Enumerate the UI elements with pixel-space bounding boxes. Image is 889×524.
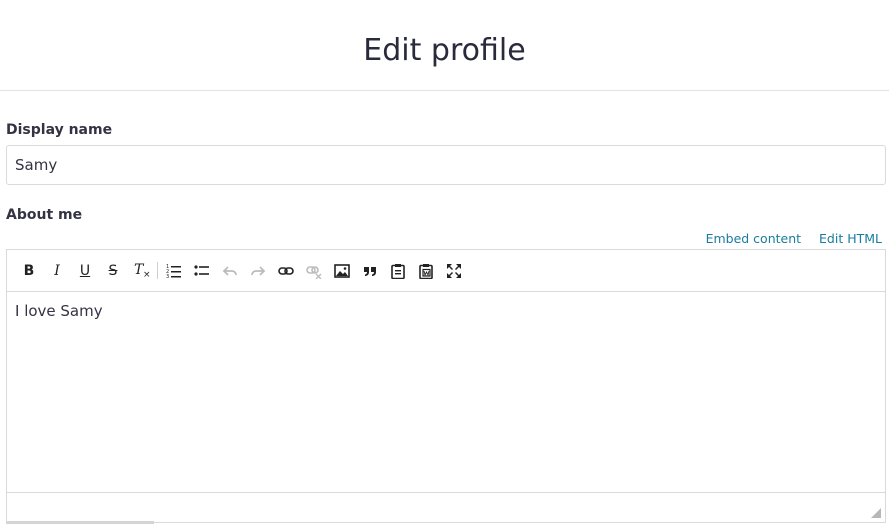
page-header: Edit profile xyxy=(0,0,889,91)
fullscreen-icon xyxy=(447,264,461,278)
unlink-icon xyxy=(306,266,322,279)
unlink-button[interactable] xyxy=(303,260,325,282)
image-icon xyxy=(334,264,350,278)
blockquote-button[interactable] xyxy=(359,260,381,282)
link-icon xyxy=(278,267,294,275)
underline-icon: U xyxy=(79,263,91,279)
link-button[interactable] xyxy=(275,260,297,282)
italic-button[interactable]: I xyxy=(46,260,68,282)
italic-icon: I xyxy=(54,263,60,279)
image-button[interactable] xyxy=(331,260,353,282)
paste-button[interactable] xyxy=(387,260,409,282)
fullscreen-button[interactable] xyxy=(443,260,465,282)
undo-button[interactable] xyxy=(219,260,241,282)
redo-button[interactable] xyxy=(247,260,269,282)
bold-icon: B xyxy=(23,263,35,279)
rich-text-editor: B I U S T × 1 2 3 I love Samy xyxy=(6,249,886,523)
toolbar-separator xyxy=(157,262,158,279)
strikethrough-icon: S xyxy=(108,263,118,279)
editor-statusbar xyxy=(7,492,885,522)
bold-button[interactable]: B xyxy=(18,260,40,282)
undo-icon xyxy=(222,266,237,276)
ordered-list-button[interactable]: 1 2 3 xyxy=(163,260,185,282)
bullet-list-button[interactable] xyxy=(191,260,213,282)
edit-html-link[interactable]: Edit HTML xyxy=(819,231,882,246)
embed-content-link[interactable]: Embed content xyxy=(706,231,801,246)
clear-formatting-button[interactable]: T × xyxy=(130,260,152,282)
about-me-label: About me xyxy=(6,207,83,223)
ordered-list-icon: 1 2 3 xyxy=(166,264,181,279)
quote-icon xyxy=(364,267,376,276)
editor-content[interactable]: I love Samy xyxy=(15,302,103,320)
resize-handle-icon[interactable] xyxy=(871,508,881,518)
bullet-list-icon xyxy=(194,265,209,276)
paste-word-icon xyxy=(419,264,433,279)
strikethrough-button[interactable]: S xyxy=(102,260,124,282)
page-title: Edit profile xyxy=(363,33,526,68)
display-name-input[interactable] xyxy=(6,145,886,185)
paste-word-button[interactable] xyxy=(415,260,437,282)
clear-formatting-icon: T × xyxy=(134,262,151,280)
editor-toolbar: B I U S T × 1 2 3 xyxy=(7,250,885,292)
editor-links: Embed content Edit HTML xyxy=(706,231,882,246)
display-name-label: Display name xyxy=(6,122,113,138)
svg-text:3: 3 xyxy=(166,274,169,279)
underline-button[interactable]: U xyxy=(74,260,96,282)
redo-icon xyxy=(251,266,266,276)
paste-icon xyxy=(391,264,405,279)
